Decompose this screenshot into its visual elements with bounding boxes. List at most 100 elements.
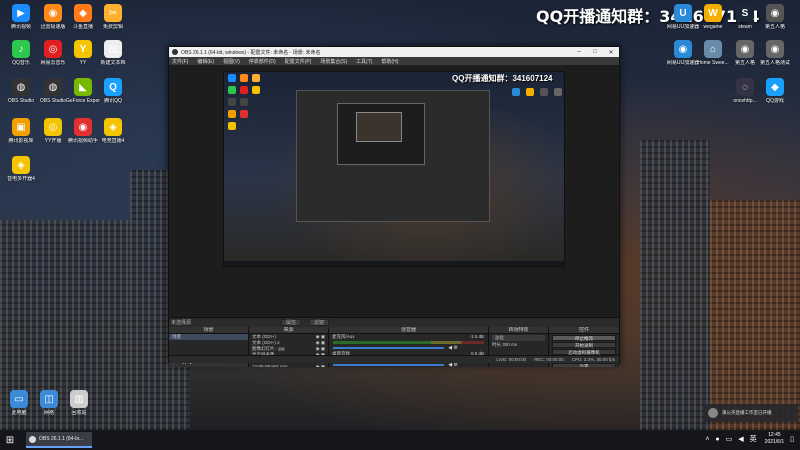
desktop-icon[interactable]: ▶ 腾讯视频 — [4, 4, 38, 30]
app-icon: ▭ — [10, 390, 28, 408]
preview-desktop-icon — [240, 86, 248, 94]
transition-type-select[interactable]: 淡化 — [492, 335, 545, 341]
desktop-icon-label: 腾讯影视库 — [8, 138, 34, 144]
menu-item[interactable]: 帮助(H) — [381, 58, 398, 65]
menu-item[interactable]: 文件(F) — [172, 58, 188, 65]
preview-desktop-icon — [240, 98, 248, 106]
desktop-icon[interactable]: ◆ QQ游戏 — [758, 78, 792, 104]
app-icon: ◉ — [674, 40, 692, 58]
desktop-icon[interactable]: ◍ OBS Studio — [4, 78, 38, 104]
obs-titlebar[interactable]: OBS 26.1.1 (64-bit, windows) - 配置文件: 未命名… — [169, 47, 619, 57]
preview-canvas[interactable]: QQ开播通知群：341607124 — [223, 71, 565, 267]
taskbar: ⊞ OBS 26.1.1 (64-bi... ˄ ● ▭ ◀ 英 12:45 2… — [0, 430, 800, 450]
desktop-icon[interactable]: Ssteam — [728, 4, 762, 30]
desktop-icon[interactable]: ✂ 免费剪辑 — [96, 4, 130, 30]
desktop-icon[interactable]: ◉ 网易UU加速器 — [666, 40, 700, 66]
up-arrow-icon[interactable]: ˄ — [705, 436, 709, 443]
mixer-channel-name: 麦克风/Aux — [332, 334, 355, 339]
volume-slider[interactable] — [333, 347, 445, 349]
desktop-icon[interactable]: ◈ 电竞直播4 — [96, 118, 130, 144]
app-icon: ◎ — [44, 40, 62, 58]
source-item[interactable]: 12-05-08-WX.png ◉ ▣ — [249, 364, 328, 367]
desktop-icon-label: steam — [738, 24, 752, 30]
app-icon: ◈ — [104, 118, 122, 136]
menu-item[interactable]: 场景集合(S) — [320, 58, 347, 65]
desktop-icon[interactable]: ◉ 第五人格 — [758, 4, 792, 30]
app-icon: ◆ — [766, 78, 784, 96]
desktop-icon[interactable]: ◉ 第五人格测试 — [758, 40, 792, 66]
desktop-icon-label: OBS Studio — [7, 98, 35, 104]
desktop-icon[interactable]: ⌂ Home Swee... — [696, 40, 730, 66]
notification-icon[interactable]: ▯ — [790, 435, 794, 443]
desktop-icon[interactable]: ▥ 回收站 — [62, 390, 96, 416]
language-icon[interactable]: 英 — [750, 434, 757, 444]
desktop-icon[interactable]: ◎ YY开播 — [36, 118, 70, 144]
menu-item[interactable]: 工具(T) — [356, 58, 372, 65]
obs-window[interactable]: OBS 26.1.1 (64-bit, windows) - 配置文件: 未命名… — [168, 46, 620, 367]
desktop-icon[interactable]: Y YY — [66, 40, 100, 66]
desktop-icon[interactable]: ▭ 此电脑 — [2, 390, 36, 416]
desktop-icon-label: 免费剪辑 — [102, 24, 123, 30]
menu-bar: 文件(F) 编辑(E) 视图(V) 停靠部件(D) 配置文件(P) 场景集合(S) 工具(T… — [169, 57, 619, 65]
app-icon: S — [736, 4, 754, 22]
status-item: CPU: 3.3%, 30.00 fps — [571, 357, 615, 362]
maximize-icon[interactable]: □ — [587, 49, 603, 55]
status-bar: LIVE: 00:00:00 REC: 00:00:00 CPU: 3.3%, 30… — [169, 355, 619, 363]
desktop-icon[interactable]: ◎ 网易云音乐 — [36, 40, 70, 66]
menu-item[interactable]: 视图(V) — [223, 58, 240, 65]
desktop-icon[interactable]: ◌ oncehttp... — [728, 78, 762, 104]
source-toolbar: 未选择源 属性 滤镜 — [169, 317, 619, 327]
volume-slider[interactable] — [333, 364, 445, 366]
preview-qq-banner: QQ开播通知群：341607124 — [452, 74, 553, 83]
preview-desktop-icon — [512, 88, 520, 96]
app-icon: ⌂ — [704, 40, 722, 58]
desktop-icon[interactable]: ◉ 迅雷极速版 — [36, 4, 70, 30]
desktop-icon[interactable]: Q 腾讯QQ — [96, 78, 130, 104]
filters-button[interactable]: 滤镜 — [309, 319, 330, 326]
preview-desktop-icon — [252, 86, 260, 94]
volume-icon[interactable]: ◀ — [738, 435, 743, 443]
desktop-icon[interactable]: ◉ 腾讯视频助手 — [66, 118, 100, 144]
audio-meter — [333, 341, 484, 344]
desktop-icon[interactable]: ♪ QQ音乐 — [4, 40, 38, 66]
clock-time: 12:45 — [768, 432, 781, 438]
mic-icon[interactable]: ● — [715, 436, 719, 443]
properties-button[interactable]: 属性 — [281, 319, 302, 326]
windows-start-icon[interactable]: ⊞ — [0, 430, 20, 450]
desktop-icon[interactable]: ◉ 第五人格 — [728, 40, 762, 66]
scene-item[interactable]: 场景 — [169, 334, 248, 340]
desktop-icon[interactable]: ◆ 斗鱼直播 — [66, 4, 100, 30]
desktop-icon[interactable]: ◫ 网络 — [32, 390, 66, 416]
control-button[interactable]: 设置 — [552, 363, 616, 367]
desktop-icon[interactable]: ◣ GeForce Experience — [66, 78, 100, 104]
close-icon[interactable]: ✕ — [603, 49, 619, 56]
desktop-icon-label: YY — [79, 60, 87, 66]
menu-item[interactable]: 停靠部件(D) — [249, 58, 276, 65]
desktop-icon[interactable]: ▣ 腾讯影视库 — [4, 118, 38, 144]
status-item: LIVE: 00:00:00 — [496, 357, 527, 362]
desktop-icon-label: 网络 — [43, 410, 54, 416]
menu-item[interactable]: 编辑(E) — [197, 58, 214, 65]
minimize-icon[interactable]: – — [571, 49, 587, 55]
network-icon[interactable]: ▭ — [726, 435, 733, 443]
visibility-lock-icon[interactable]: ◉ ▣ — [316, 364, 325, 367]
menu-item[interactable]: 配置文件(P) — [285, 58, 312, 65]
desktop-icon[interactable]: Wwegame — [696, 4, 730, 30]
control-button[interactable]: 停止推流 — [552, 335, 616, 341]
desktop-icon[interactable]: ◍ OBS Studio — [36, 78, 70, 104]
preview-area[interactable]: QQ开播通知群：341607124 — [169, 65, 619, 317]
control-button[interactable]: 开始录制 — [552, 342, 616, 348]
duration-value[interactable]: 300 ms — [502, 342, 517, 348]
transition-duration[interactable]: 时长 300 ms — [489, 342, 548, 348]
live-notification[interactable]: 蒲公英直播工作室已开播 — [704, 404, 798, 422]
desktop-icon[interactable]: ◈ 音电多开器4 — [4, 156, 38, 182]
preview-desktop-icon — [240, 110, 248, 118]
desktop-icon[interactable]: U 网易UU加速器 — [666, 4, 700, 30]
desktop-icon-label: 迅雷极速版 — [40, 24, 66, 30]
desktop-icon[interactable]: ▤ 新建文本档 — [96, 40, 130, 66]
taskbar-obs-item[interactable]: OBS 26.1.1 (64-bi... — [26, 432, 92, 448]
window-title: OBS 26.1.1 (64-bit, windows) - 配置文件: 未命名… — [181, 49, 321, 56]
no-source-label: 未选择源 — [171, 320, 192, 326]
clock[interactable]: 12:45 2021/6/1 — [765, 432, 784, 446]
app-icon: ▤ — [104, 40, 122, 58]
